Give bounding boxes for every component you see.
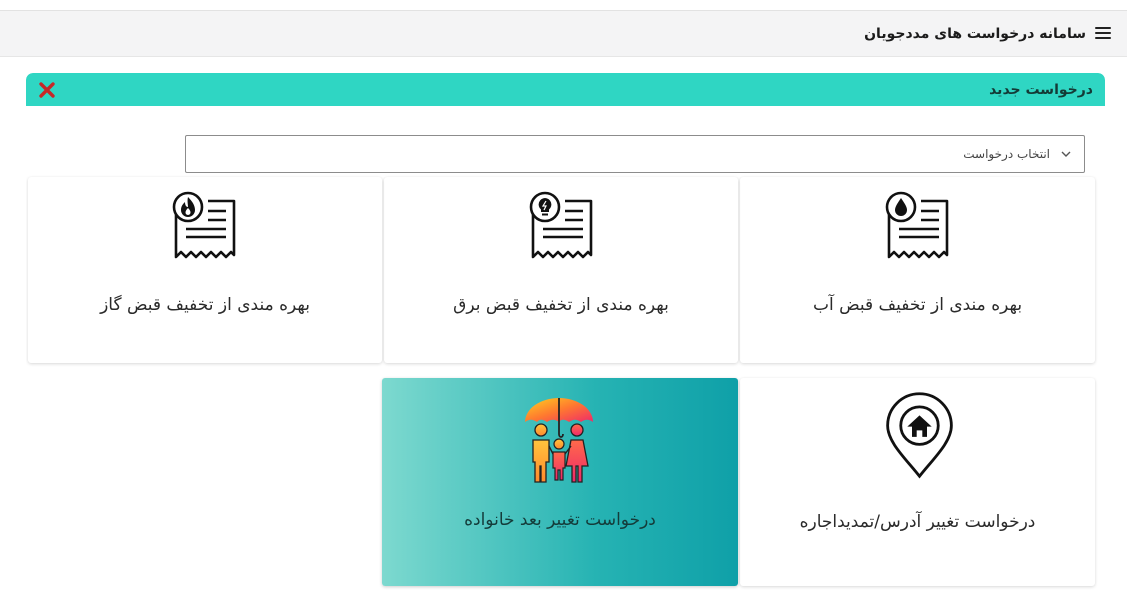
card-label: بهره مندی از تخفیف قبض گاز — [100, 295, 310, 315]
card-family-size-change[interactable]: درخواست تغییر بعد خانواده — [382, 378, 738, 586]
family-umbrella-icon — [525, 398, 593, 483]
card-electricity-bill-discount[interactable]: بهره مندی از تخفیف قبض برق — [384, 177, 738, 363]
app-title: سامانه درخواست های مددجویان — [864, 25, 1086, 42]
close-icon[interactable] — [38, 81, 56, 99]
hamburger-menu-icon[interactable] — [1095, 27, 1111, 40]
water-bill-icon — [885, 191, 949, 259]
request-type-select[interactable]: انتخاب درخواست — [185, 135, 1085, 173]
new-request-panel: درخواست جدید انتخاب درخواست بهره مندی از… — [26, 73, 1105, 597]
card-label: درخواست تغییر آدرس/تمدیداجاره — [799, 512, 1036, 532]
card-address-change-lease[interactable]: درخواست تغییر آدرس/تمدیداجاره — [740, 378, 1095, 586]
electricity-bill-icon — [529, 191, 593, 259]
panel-title: درخواست جدید — [989, 81, 1093, 98]
panel-header: درخواست جدید — [26, 73, 1105, 106]
select-label: انتخاب درخواست — [963, 147, 1050, 161]
chevron-down-icon — [1061, 151, 1071, 157]
card-water-bill-discount[interactable]: بهره مندی از تخفیف قبض آب — [740, 177, 1095, 363]
gas-bill-icon — [172, 191, 236, 259]
card-gas-bill-discount[interactable]: بهره مندی از تخفیف قبض گاز — [28, 177, 382, 363]
app-header: سامانه درخواست های مددجویان — [0, 10, 1127, 57]
card-label: بهره مندی از تخفیف قبض برق — [453, 295, 669, 315]
card-label: بهره مندی از تخفیف قبض آب — [812, 295, 1023, 315]
home-location-icon — [886, 392, 953, 479]
card-label: درخواست تغییر بعد خانواده — [464, 510, 656, 530]
